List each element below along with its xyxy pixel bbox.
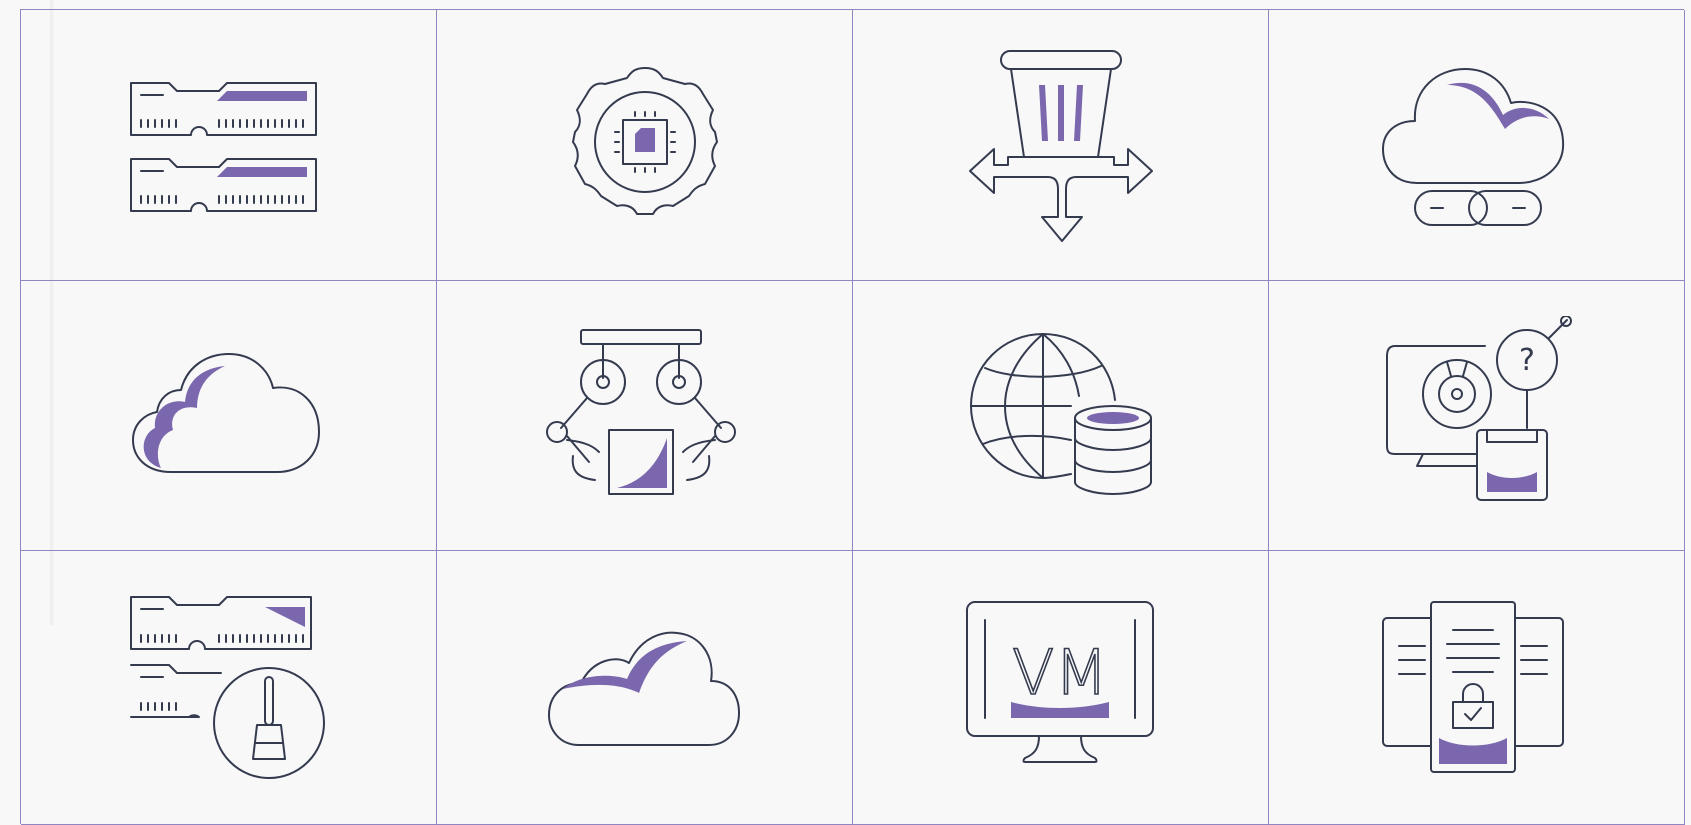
trash-distribute-icon (968, 50, 1153, 242)
icon-cell[interactable] (853, 10, 1269, 281)
icon-cell[interactable] (437, 551, 853, 825)
globe-database-icon (969, 332, 1152, 495)
disk-monitor-help-icon: ? (1385, 315, 1572, 501)
vm-monitor-icon: VM (965, 600, 1154, 763)
icon-cell[interactable] (437, 281, 853, 551)
icon-cell[interactable] (21, 281, 437, 551)
icon-cell[interactable] (21, 551, 437, 825)
icon-cell[interactable] (1269, 551, 1685, 825)
memory-modules-icon (129, 82, 317, 212)
svg-text:?: ? (1519, 343, 1535, 378)
cloud-icon (131, 352, 320, 473)
icon-grid: ? VM (20, 9, 1685, 825)
cloud-small-icon (547, 631, 740, 746)
icon-cell[interactable] (21, 10, 437, 281)
cloud-link-icon (1381, 68, 1564, 226)
secure-document-icon (1381, 600, 1564, 773)
vm-label: VM (1012, 636, 1108, 709)
icon-cell[interactable] (1269, 10, 1685, 281)
gear-chip-icon (571, 67, 718, 215)
robotic-arms-icon (545, 328, 736, 495)
icon-cell[interactable]: ? (1269, 281, 1685, 551)
memory-cleanup-icon (129, 595, 325, 779)
icon-cell[interactable]: VM (853, 551, 1269, 825)
icon-cell[interactable] (437, 10, 853, 281)
icon-cell[interactable] (853, 281, 1269, 551)
